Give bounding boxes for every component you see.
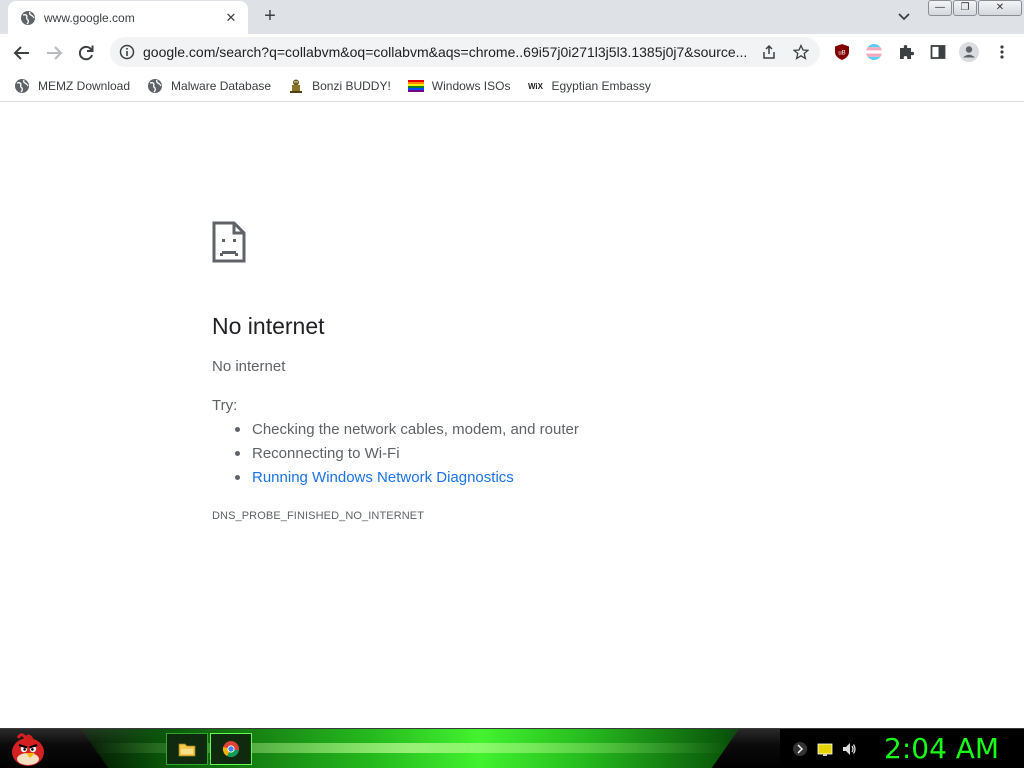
battery-icon[interactable] — [817, 741, 833, 757]
suggestion-item: Reconnecting to Wi-Fi — [235, 444, 579, 468]
minimize-button[interactable]: — — [928, 0, 952, 16]
error-subtitle: No internet — [212, 358, 286, 375]
start-button-angry-bird-icon[interactable] — [6, 731, 48, 767]
side-panel-icon[interactable] — [927, 41, 949, 63]
bookmark-bonzi-buddy[interactable]: Bonzi BUDDY! — [288, 74, 391, 98]
explorer-icon — [178, 743, 196, 757]
bookmarks-bar: MEMZ Download Malware Database Bonzi BUD… — [0, 71, 1024, 102]
ublock-icon[interactable]: uB — [831, 41, 853, 63]
bookmark-memz-download[interactable]: MEMZ Download — [14, 74, 130, 98]
bookmark-label: Egyptian Embassy — [551, 79, 651, 93]
taskbar-chrome-button[interactable] — [210, 733, 252, 765]
forward-button[interactable] — [40, 39, 68, 67]
globe-icon — [15, 79, 29, 93]
reload-button[interactable] — [72, 39, 100, 67]
address-bar[interactable]: google.com/search?q=collabvm&oq=collabvm… — [110, 37, 820, 67]
bookmark-egyptian-embassy[interactable]: WiX Egyptian Embassy — [527, 74, 651, 98]
more-icon[interactable] — [991, 41, 1013, 63]
restore-button[interactable]: ❐ — [953, 0, 977, 16]
error-page: No internet No internet Try: Checking th… — [0, 103, 1024, 728]
bookmark-label: Bonzi BUDDY! — [312, 79, 391, 93]
forward-arrow-icon — [47, 46, 63, 60]
wix-icon: WiX — [527, 81, 543, 91]
bookmark-label: Windows ISOs — [431, 79, 511, 93]
window-controls: — ❐ ✕ — [928, 0, 1023, 18]
suggestion-item: Checking the network cables, modem, and … — [235, 420, 579, 444]
bookmark-label: MEMZ Download — [38, 79, 131, 93]
profile-icon[interactable] — [958, 41, 980, 63]
tab-strip: www.google.com ✕ + — ❐ ✕ — [0, 0, 1024, 34]
toolbar: google.com/search?q=collabvm&oq=collabvm… — [0, 34, 1024, 71]
network-diagnostics-link[interactable]: Running Windows Network Diagnostics — [235, 468, 579, 492]
url-text[interactable]: google.com/search?q=collabvm&oq=collabvm… — [143, 44, 748, 60]
try-label: Try: — [212, 397, 238, 414]
suggestion-list: Checking the network cables, modem, and … — [235, 420, 579, 492]
volume-icon[interactable] — [841, 741, 857, 757]
taskbar: 2:04 AM — [0, 728, 1024, 768]
bookmark-star-icon[interactable] — [790, 41, 812, 63]
taskbar-clock[interactable]: 2:04 AM — [884, 732, 999, 765]
trans-flag-icon[interactable] — [863, 41, 885, 63]
svg-text:uB: uB — [838, 51, 845, 57]
error-title: No internet — [212, 313, 325, 339]
chrome-icon — [222, 741, 239, 758]
back-button[interactable] — [8, 39, 36, 67]
bookmark-label: Malware Database — [171, 79, 272, 93]
tab-close-icon[interactable]: ✕ — [222, 9, 240, 27]
back-arrow-icon — [13, 46, 29, 60]
new-tab-button[interactable]: + — [258, 6, 282, 28]
bookmark-windows-isos[interactable]: Windows ISOs — [407, 74, 511, 98]
tab-title: www.google.com — [44, 10, 135, 25]
tab-search-chevron-icon[interactable] — [894, 8, 914, 26]
bonzi-icon — [290, 79, 303, 93]
sad-page-icon — [212, 221, 246, 263]
globe-icon — [148, 79, 163, 93]
info-icon[interactable] — [119, 44, 135, 60]
reload-icon — [78, 45, 94, 61]
network-icon[interactable] — [792, 741, 808, 757]
close-window-button[interactable]: ✕ — [978, 0, 1022, 16]
globe-icon — [21, 10, 35, 25]
error-code: DNS_PROBE_FINISHED_NO_INTERNET — [212, 510, 425, 522]
rainbow-flag-icon — [407, 80, 424, 92]
bookmark-malware-database[interactable]: Malware Database — [147, 74, 271, 98]
share-icon[interactable] — [758, 41, 780, 63]
puzzle-icon[interactable] — [895, 41, 917, 63]
tab-google[interactable]: www.google.com ✕ — [8, 1, 248, 34]
taskbar-explorer-button[interactable] — [166, 733, 208, 765]
